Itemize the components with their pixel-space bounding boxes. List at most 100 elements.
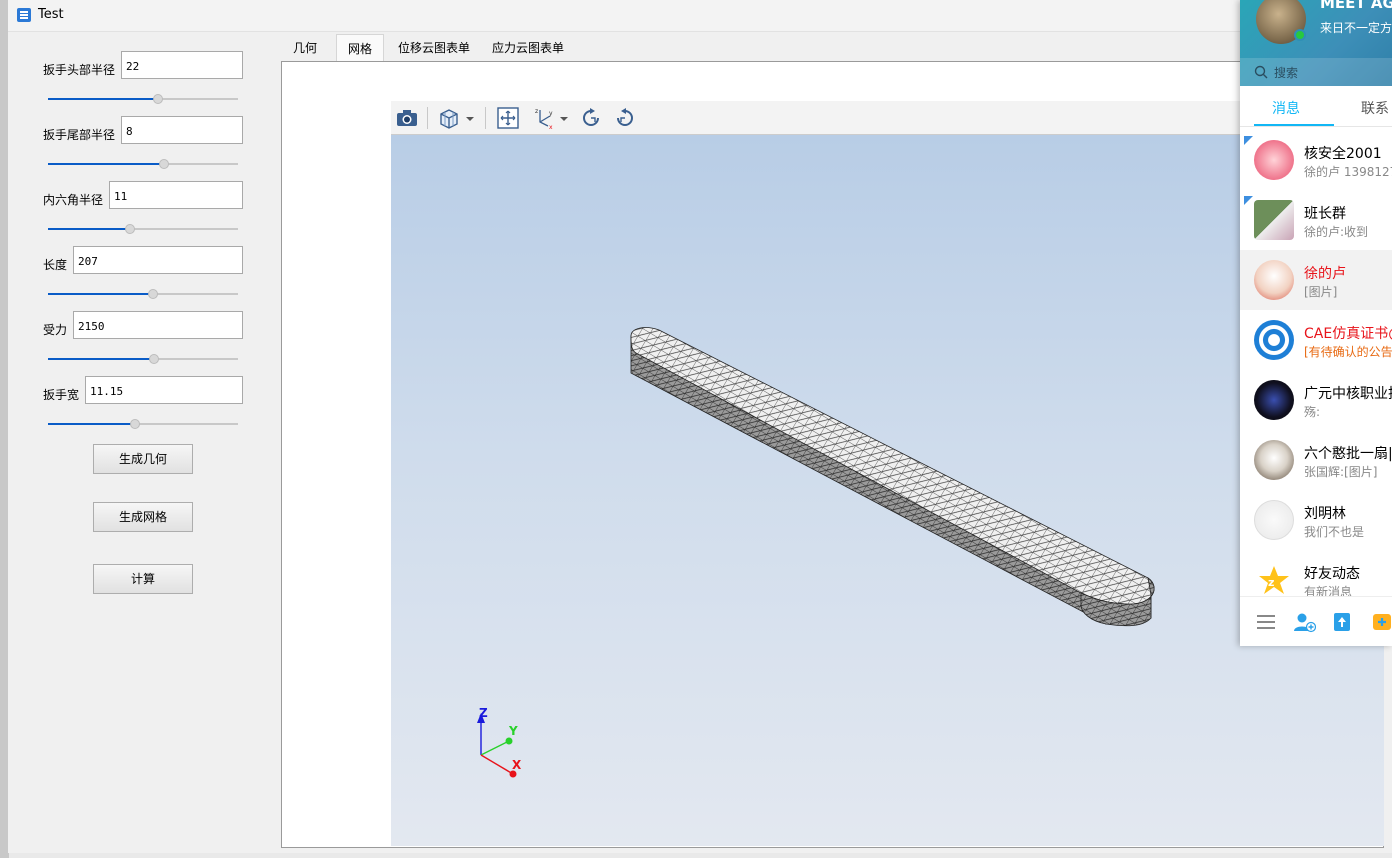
contact-last-message: 殇: xyxy=(1304,405,1321,419)
force-slider[interactable] xyxy=(48,353,238,365)
profile-name: MEET AG xyxy=(1320,0,1392,12)
length-input[interactable]: 207 xyxy=(73,246,243,274)
param-label: 受力 xyxy=(43,323,68,337)
avatar xyxy=(1254,500,1294,540)
slider-thumb[interactable] xyxy=(148,289,158,299)
avatar xyxy=(1254,320,1294,360)
param-label: 扳手头部半径 xyxy=(43,63,116,77)
contact-name: 六个憨批一扇| xyxy=(1304,446,1392,462)
avatar xyxy=(1254,440,1294,480)
generate-geometry-button[interactable]: 生成几何 xyxy=(93,444,193,474)
chevron-down-icon[interactable] xyxy=(463,106,477,130)
axes-orient-icon[interactable]: z y x xyxy=(532,106,556,130)
svg-text:y: y xyxy=(549,110,553,117)
hex-radius-input[interactable]: 11 xyxy=(109,181,243,209)
contact-name: 核安全2001 xyxy=(1304,146,1382,162)
param-label: 扳手宽 xyxy=(43,388,80,402)
apps-icon[interactable] xyxy=(1370,610,1392,634)
qq-profile-header: MEET AG 来日不一定方 搜索 xyxy=(1240,0,1392,86)
force-input[interactable]: 2150 xyxy=(73,311,243,339)
tab-contacts[interactable]: 联系 xyxy=(1361,98,1389,118)
tail-radius-slider[interactable] xyxy=(48,158,238,170)
wrench-mesh-scene: Z Y X xyxy=(477,327,1155,778)
slider-fill xyxy=(48,423,135,425)
contact-name: 班长群 xyxy=(1304,206,1346,222)
cube-view-icon[interactable] xyxy=(437,106,461,130)
app-icon xyxy=(17,8,31,22)
list-item[interactable]: 核安全2001 徐的卢 1398127 xyxy=(1240,130,1392,190)
length-slider[interactable] xyxy=(48,288,238,300)
contact-name: 广元中核职业技 xyxy=(1304,386,1392,402)
x-axis-line xyxy=(480,754,514,775)
viewer-canvas[interactable]: Z Y X xyxy=(391,135,1384,846)
slider-fill xyxy=(48,293,153,295)
compute-button[interactable]: 计算 xyxy=(93,564,193,594)
list-item[interactable]: 刘明林 我们不也是 xyxy=(1240,490,1392,550)
contact-last-message: 徐的卢 1398127 xyxy=(1304,165,1392,179)
3d-viewer[interactable]: z y x Z Y X xyxy=(391,101,1384,846)
contact-last-message: 张国辉:[图片] xyxy=(1304,465,1378,479)
rotate-ccw-icon[interactable] xyxy=(613,106,637,130)
fit-view-icon[interactable] xyxy=(496,106,520,130)
online-status-icon xyxy=(1294,29,1306,41)
slider-fill xyxy=(48,228,130,230)
search-icon xyxy=(1254,65,1268,79)
list-item[interactable]: 六个憨批一扇| 张国辉:[图片] xyxy=(1240,430,1392,490)
slider-thumb[interactable] xyxy=(153,94,163,104)
y-axis-arrow xyxy=(505,737,513,745)
list-item[interactable]: 徐的卢 [图片] xyxy=(1240,250,1392,310)
param-label: 扳手尾部半径 xyxy=(43,128,116,142)
window-title: Test xyxy=(38,7,64,22)
tab-displacement[interactable]: 位移云图表单 xyxy=(389,34,479,62)
file-transfer-icon[interactable] xyxy=(1330,610,1354,634)
slider-thumb[interactable] xyxy=(149,354,159,364)
param-row-hex-radius: 内六角半径 11 xyxy=(8,181,288,241)
contact-name: 刘明林 xyxy=(1304,506,1346,522)
camera-icon[interactable] xyxy=(395,106,419,130)
param-row-head-radius: 扳手头部半径 22 xyxy=(8,51,288,111)
width-input[interactable]: 11.15 xyxy=(85,376,243,404)
search-placeholder: 搜索 xyxy=(1274,66,1299,80)
contact-last-message: 我们不也是 xyxy=(1304,525,1365,539)
contact-last-message: [图片] xyxy=(1304,285,1338,299)
chevron-down-icon[interactable] xyxy=(557,106,571,130)
profile-signature: 来日不一定方 xyxy=(1320,21,1392,35)
generate-mesh-button[interactable]: 生成网格 xyxy=(93,502,193,532)
axis-triad: Z Y X xyxy=(477,706,522,778)
slider-thumb[interactable] xyxy=(159,159,169,169)
search-bar[interactable]: 搜索 xyxy=(1240,58,1392,86)
svg-text:z: z xyxy=(535,108,538,115)
pinned-corner-icon xyxy=(1244,136,1253,145)
pinned-corner-icon xyxy=(1244,196,1253,205)
list-item[interactable]: 广元中核职业技 殇: xyxy=(1240,370,1392,430)
head-radius-input[interactable]: 22 xyxy=(121,51,243,79)
tab-messages[interactable]: 消息 xyxy=(1272,98,1300,118)
list-item[interactable]: 班长群 徐的卢:收到 xyxy=(1240,190,1392,250)
list-item[interactable]: CAE仿真证书@ [有待确认的公告 xyxy=(1240,310,1392,370)
tab-mesh[interactable]: 网格 xyxy=(336,34,384,62)
svg-text:x: x xyxy=(549,124,553,130)
slider-thumb[interactable] xyxy=(130,419,140,429)
add-contact-icon[interactable] xyxy=(1292,610,1316,634)
head-radius-slider[interactable] xyxy=(48,93,238,105)
tab-stress[interactable]: 应力云图表单 xyxy=(483,34,573,62)
qq-footer-bar xyxy=(1240,596,1392,646)
qq-chat-panel: MEET AG 来日不一定方 搜索 消息 联系 核安全2001 徐的卢 1398… xyxy=(1240,0,1392,646)
slider-thumb[interactable] xyxy=(125,224,135,234)
tail-radius-input[interactable]: 8 xyxy=(121,116,243,144)
menu-icon[interactable] xyxy=(1254,610,1278,634)
hex-radius-slider[interactable] xyxy=(48,223,238,235)
rotate-cw-icon[interactable] xyxy=(579,106,603,130)
param-row-tail-radius: 扳手尾部半径 8 xyxy=(8,116,288,176)
avatar xyxy=(1254,380,1294,420)
slider-fill xyxy=(48,98,158,100)
svg-text:z: z xyxy=(1268,576,1274,589)
z-axis-label: Z xyxy=(479,706,488,720)
tab-geometry[interactable]: 几何 xyxy=(281,34,329,62)
param-row-length: 长度 207 xyxy=(8,246,288,306)
param-row-width: 扳手宽 11.15 xyxy=(8,376,288,436)
wrench-body xyxy=(630,327,1155,627)
contact-name: 徐的卢 xyxy=(1304,266,1346,282)
viewer-toolbar: z y x xyxy=(391,101,1384,135)
width-slider[interactable] xyxy=(48,418,238,430)
